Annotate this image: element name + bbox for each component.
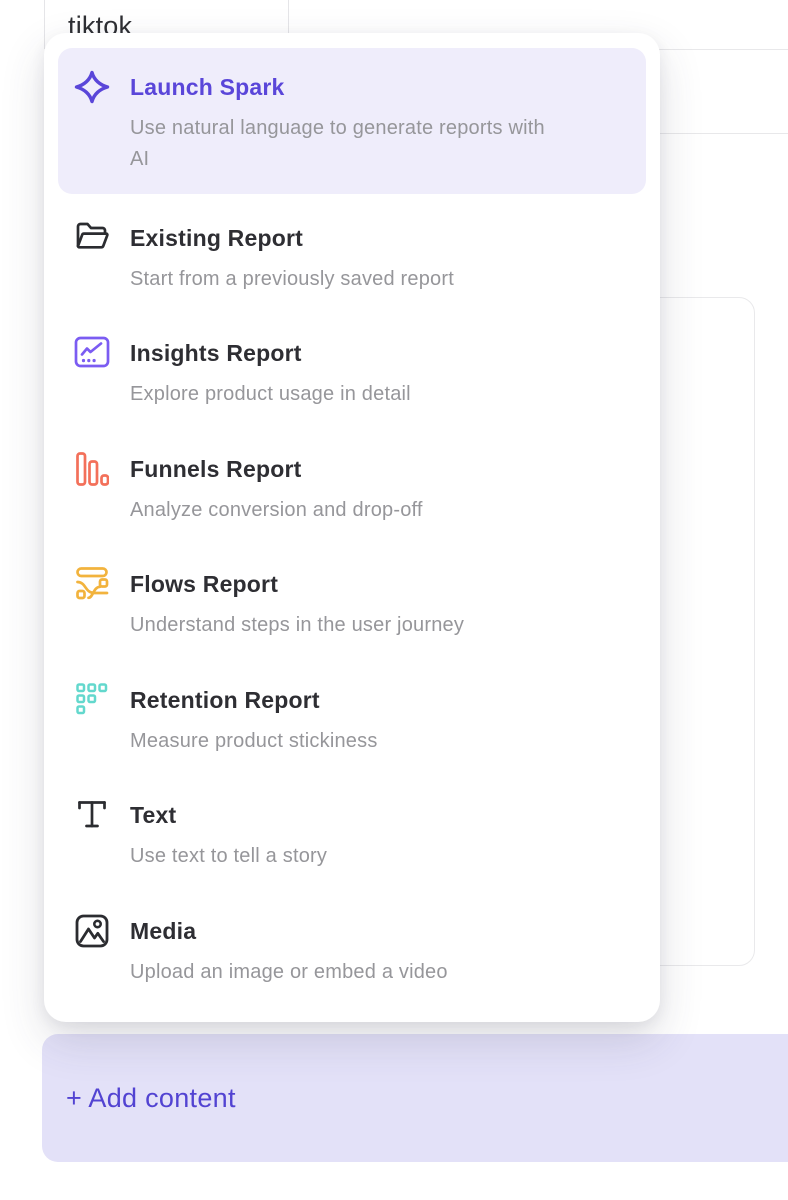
menu-item-media[interactable]: Media Upload an image or embed a video — [73, 916, 633, 988]
menu-item-description: Measure product stickiness — [130, 726, 378, 757]
insights-chart-icon — [73, 335, 111, 375]
page: tiktok Launch Spark Use natural language… — [0, 0, 788, 1200]
menu-item-insights-report[interactable]: Insights Report Explore product usage in… — [73, 338, 633, 410]
menu-item-existing-report[interactable]: Existing Report Start from a previously … — [73, 223, 633, 295]
menu-item-flows-report[interactable]: Flows Report Understand steps in the use… — [73, 569, 633, 641]
menu-item-label: Retention Report — [130, 685, 378, 715]
funnels-bars-icon — [73, 451, 111, 491]
spark-icon — [73, 69, 111, 109]
menu-item-description: Upload an image or embed a video — [130, 957, 448, 988]
menu-item-launch-spark[interactable]: Launch Spark Use natural language to gen… — [73, 72, 633, 175]
menu-item-label: Insights Report — [130, 338, 411, 368]
add-content-label: + Add content — [66, 1083, 236, 1114]
menu-item-description: Use natural language to generate reports… — [130, 113, 545, 175]
menu-item-description: Understand steps in the user journey — [130, 610, 464, 641]
menu-item-label: Existing Report — [130, 223, 454, 253]
menu-item-label: Funnels Report — [130, 454, 423, 484]
menu-item-label: Launch Spark — [130, 72, 545, 102]
flows-icon — [73, 566, 111, 606]
menu-item-label: Text — [130, 800, 327, 830]
table-column-divider — [44, 0, 45, 49]
description-line: Use natural language to generate reports… — [130, 117, 545, 139]
menu-item-description: Explore product usage in detail — [130, 379, 411, 410]
menu-item-retention-report[interactable]: Retention Report Measure product stickin… — [73, 685, 633, 757]
folder-icon — [73, 220, 111, 260]
add-content-button[interactable]: + Add content — [42, 1034, 788, 1162]
menu-item-label: Flows Report — [130, 569, 464, 599]
menu-item-funnels-report[interactable]: Funnels Report Analyze conversion and dr… — [73, 454, 633, 526]
media-image-icon — [73, 913, 111, 953]
menu-item-description: Start from a previously saved report — [130, 264, 454, 295]
text-icon — [73, 797, 111, 837]
menu-item-text[interactable]: Text Use text to tell a story — [73, 800, 633, 872]
add-content-menu: Launch Spark Use natural language to gen… — [44, 33, 660, 1022]
description-line: AI — [130, 148, 149, 170]
menu-item-description: Use text to tell a story — [130, 841, 327, 872]
retention-grid-icon — [73, 682, 111, 722]
menu-item-description: Analyze conversion and drop-off — [130, 495, 423, 526]
menu-item-label: Media — [130, 916, 448, 946]
